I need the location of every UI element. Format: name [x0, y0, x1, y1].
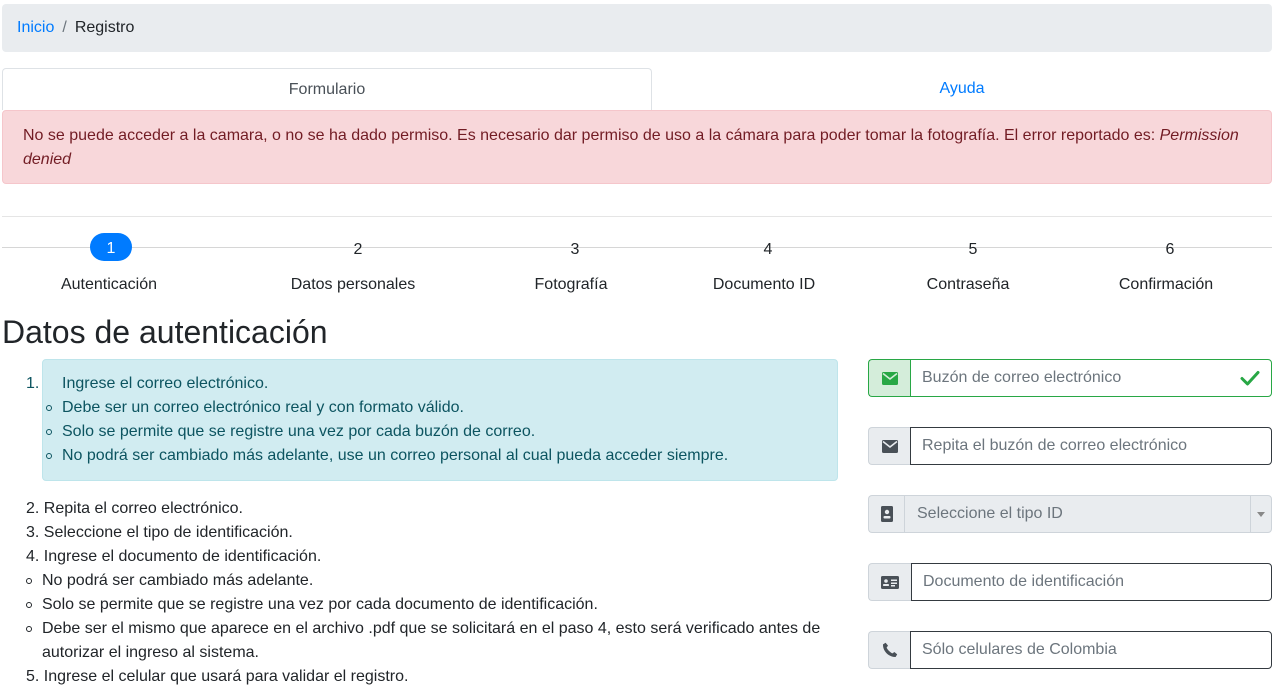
- step-6-number[interactable]: 6: [1146, 240, 1194, 260]
- step-6-label: Confirmación: [1118, 276, 1214, 293]
- step-2-number[interactable]: 2: [334, 240, 382, 260]
- section-title: Datos de autenticación: [2, 314, 328, 350]
- step-1-label: Autenticación: [60, 276, 158, 293]
- instruction-4-bullet: Debe ser el mismo que aparece en el arch…: [26, 617, 820, 641]
- id-document-field-group: [868, 563, 1272, 601]
- breadcrumb-current: Registro: [74, 19, 135, 36]
- email-input[interactable]: [910, 359, 1272, 397]
- id-document-input[interactable]: [911, 563, 1272, 601]
- step-4-number[interactable]: 4: [744, 240, 792, 260]
- stepper-line: [2, 247, 1272, 248]
- breadcrumb-separator: /: [62, 19, 67, 36]
- instruction-5: 5. Ingrese el celular que usará para val…: [26, 668, 409, 685]
- bullet-icon: [26, 601, 32, 608]
- valid-check-icon: [1240, 371, 1260, 386]
- divider: [2, 216, 1272, 217]
- instruction-2: 2. Repita el correo electrónico.: [26, 500, 243, 517]
- instruction-1-bullet: Debe ser un correo electrónico real y co…: [46, 396, 464, 420]
- email-repeat-field-group: [868, 427, 1272, 465]
- id-card-icon: [868, 563, 911, 601]
- chevron-down-icon[interactable]: [1250, 496, 1271, 532]
- phone-input[interactable]: [910, 631, 1272, 669]
- step-4-label: Documento ID: [712, 276, 816, 293]
- instruction-1: Ingrese el correo electrónico.: [62, 375, 269, 392]
- id-type-select[interactable]: Seleccione el tipo ID: [904, 495, 1272, 533]
- instruction-1-bullet: No podrá ser cambiado más adelante, use …: [46, 444, 728, 468]
- instruction-1-number: 1.: [26, 375, 40, 392]
- instruction-4: 4. Ingrese el documento de identificació…: [26, 548, 322, 565]
- tab-ayuda[interactable]: Ayuda: [652, 68, 1272, 109]
- step-5-label: Contraseña: [926, 276, 1010, 293]
- phone-icon: [868, 631, 910, 669]
- tab-formulario[interactable]: Formulario: [2, 68, 652, 110]
- bullet-icon: [26, 577, 32, 584]
- email-repeat-input[interactable]: [910, 427, 1272, 465]
- step-3-number[interactable]: 3: [551, 240, 599, 260]
- id-type-field-group: Seleccione el tipo ID: [868, 495, 1272, 533]
- instruction-1-bullet: Solo se permite que se registre una vez …: [46, 420, 535, 444]
- envelope-icon: [868, 427, 910, 465]
- step-1-number[interactable]: 1: [90, 233, 132, 261]
- phone-field-group: [868, 631, 1272, 669]
- instruction-4-bullet: Solo se permite que se registre una vez …: [26, 593, 598, 617]
- bullet-icon: [26, 625, 32, 632]
- instruction-4-bullet-continued: autorizar el ingreso al sistema.: [42, 644, 259, 661]
- alert-text: No se puede acceder a la camara, o no se…: [23, 127, 1160, 144]
- id-badge-icon: [868, 495, 904, 533]
- instruction-4-bullet-text: No podrá ser cambiado más adelante.: [42, 572, 314, 589]
- envelope-icon: [868, 359, 910, 397]
- step-3-label: Fotografía: [534, 276, 608, 293]
- instruction-1-bullet-text: Debe ser un correo electrónico real y co…: [62, 399, 464, 416]
- instruction-1-bullet-text: Solo se permite que se registre una vez …: [62, 423, 536, 440]
- breadcrumb: Inicio / Registro: [2, 4, 1272, 52]
- email-field-group: [868, 359, 1272, 397]
- id-type-select-value: Seleccione el tipo ID: [917, 505, 1063, 522]
- instruction-4-bullet-text: Solo se permite que se registre una vez …: [42, 596, 598, 613]
- tab-bar: Formulario Ayuda: [2, 68, 1272, 110]
- instruction-1-bullet-text: No podrá ser cambiado más adelante, use …: [62, 447, 729, 464]
- bullet-icon: [46, 452, 52, 459]
- bullet-icon: [46, 404, 52, 411]
- instruction-4-bullet: No podrá ser cambiado más adelante.: [26, 569, 313, 593]
- instruction-4-bullet-text: Debe ser el mismo que aparece en el arch…: [42, 620, 821, 637]
- breadcrumb-home-link[interactable]: Inicio: [17, 19, 54, 37]
- instruction-3: 3. Seleccione el tipo de identificación.: [26, 524, 293, 541]
- camera-error-alert: No se puede acceder a la camara, o no se…: [2, 110, 1272, 184]
- bullet-icon: [46, 428, 52, 435]
- step-2-label: Datos personales: [290, 276, 416, 293]
- step-5-number[interactable]: 5: [949, 240, 997, 260]
